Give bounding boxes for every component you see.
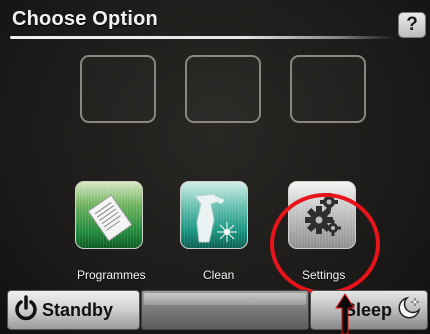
blank-button[interactable] [141,290,309,330]
tile-label-programmes: Programmes [77,268,146,282]
empty-slot[interactable] [80,55,156,123]
page-title: Choose Option [12,8,158,30]
device-screen: Choose Option ? Programmes Clean Setting… [0,0,430,334]
sleep-button[interactable]: Sleep [310,290,428,330]
empty-slot[interactable] [290,55,366,123]
moon-icon [396,295,422,326]
document-icon [87,194,133,242]
standby-label: Standby [42,299,114,320]
power-icon [12,294,40,327]
standby-button[interactable]: Standby [7,290,140,330]
tile-label-clean: Clean [203,268,235,282]
help-button[interactable]: ? [398,12,426,38]
title-underline [10,36,395,39]
spray-bottle-icon [194,193,237,243]
empty-slot[interactable] [185,55,261,123]
programmes-button[interactable] [75,181,143,249]
highlight-circle-annotation [270,193,380,295]
clean-button[interactable] [180,181,248,249]
arrow-annotation-icon [335,293,355,334]
